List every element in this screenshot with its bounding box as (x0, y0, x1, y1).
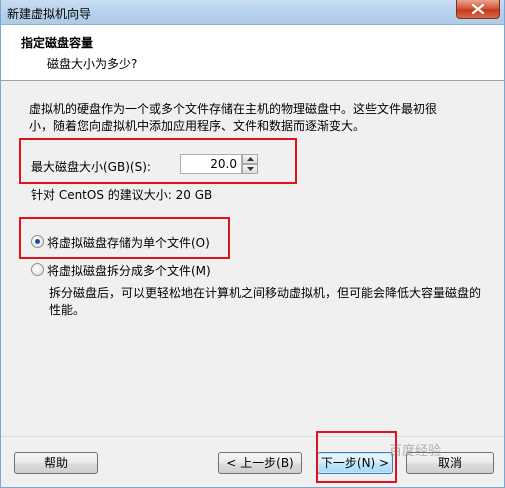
close-icon (472, 4, 484, 14)
disk-size-spinner[interactable] (242, 154, 258, 174)
back-button[interactable]: < 上一步(B) (218, 452, 302, 474)
disk-size-input[interactable]: 20.0 (180, 154, 242, 174)
close-button[interactable] (456, 0, 500, 19)
footer-divider (1, 436, 504, 437)
split-files-radio[interactable] (31, 263, 44, 276)
title-bar[interactable]: 新建虚拟机向导 (1, 0, 504, 25)
single-file-label[interactable]: 将虚拟磁盘存储为单个文件(O) (47, 234, 210, 251)
help-button[interactable]: 帮助 (14, 452, 98, 474)
split-files-label[interactable]: 将虚拟磁盘拆分成多个文件(M) (47, 262, 211, 279)
max-disk-size-label: 最大磁盘大小(GB)(S): (31, 160, 151, 174)
recommended-size-text: 针对 CentOS 的建议大小: 20 GB (31, 188, 213, 202)
split-desc-line: 性能。 (49, 303, 86, 317)
single-file-radio[interactable] (31, 235, 44, 248)
window-title: 新建虚拟机向导 (7, 7, 92, 21)
new-vm-wizard-window: 新建虚拟机向导 指定磁盘容量 磁盘大小为多少? 虚拟机的硬盘作为一个或多个文件存… (0, 0, 505, 488)
watermark: 百度经验 (389, 444, 442, 459)
description-text: 虚拟机的硬盘作为一个或多个文件存储在主机的物理磁盘中。这些文件最初很 小，随着您… (29, 101, 489, 135)
description-line: 小，随着您向虚拟机中添加应用程序、文件和数据而逐渐变大。 (29, 119, 366, 133)
page-subtitle: 磁盘大小为多少? (47, 57, 138, 71)
page-title: 指定磁盘容量 (21, 36, 94, 50)
spin-up-button[interactable] (242, 154, 258, 164)
arrow-down-icon (247, 167, 254, 171)
next-button[interactable]: 下一步(N) > (317, 452, 393, 474)
split-files-description: 拆分磁盘后，可以更轻松地在计算机之间移动虚拟机，但可能会降低大容量磁盘的 性能。 (49, 285, 481, 319)
wizard-header: 指定磁盘容量 磁盘大小为多少? (1, 25, 504, 81)
spin-down-button[interactable] (242, 164, 258, 174)
description-line: 虚拟机的硬盘作为一个或多个文件存储在主机的物理磁盘中。这些文件最初很 (29, 102, 438, 116)
arrow-up-icon (247, 157, 254, 161)
split-desc-line: 拆分磁盘后，可以更轻松地在计算机之间移动虚拟机，但可能会降低大容量磁盘的 (49, 286, 482, 300)
